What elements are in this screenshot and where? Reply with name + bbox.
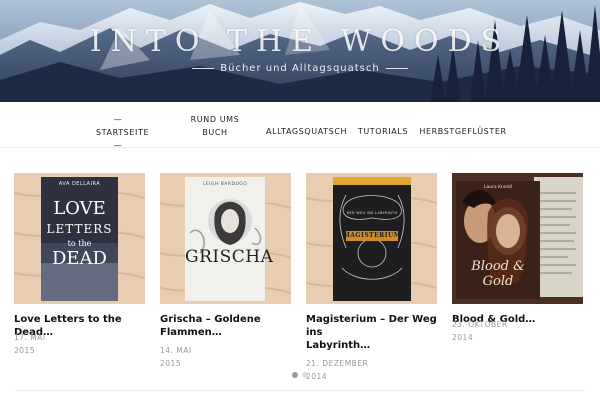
nav-item-label: HERBSTGEFLÜSTER xyxy=(419,127,507,136)
cover-title: Blood & Gold xyxy=(456,259,540,289)
post-date-day: 17. MAI xyxy=(14,333,46,342)
nav-item-label: ALLTAGSQUATSCH xyxy=(266,127,348,136)
cover-word: Gold xyxy=(482,274,514,289)
section-divider xyxy=(14,390,586,391)
cover-word: LETTERS xyxy=(46,222,113,236)
post-date-year: 2015 xyxy=(160,359,182,368)
post-title[interactable]: Magisterium – Der Weg ins Labyrinth… xyxy=(306,313,437,352)
post-thumbnail[interactable]: Laura Kneidl Blood & Gold xyxy=(452,173,583,304)
post-title-line: Flammen… xyxy=(160,327,222,338)
post-date: 17. MAI 2015 xyxy=(14,331,145,357)
post-date: 21. DEZEMBER 2014 xyxy=(306,357,437,383)
cover-subtitle: DER WEG INS LABYRINTH xyxy=(346,211,398,215)
post-date-day: 14. MAI xyxy=(160,346,192,355)
post-carousel: AVA DELLAIRA LOVE LETTERS to the DEAD Lo… xyxy=(0,160,600,390)
post-title-line: Labyrinth… xyxy=(306,340,371,351)
carousel-dot[interactable] xyxy=(292,372,298,378)
post-thumbnail[interactable]: AVA DELLAIRA LOVE LETTERS to the DEAD xyxy=(14,173,145,304)
nav-item-label: — STARTSEITE xyxy=(96,115,150,137)
post-thumbnail[interactable]: MAGISTERIUM DER WEG INS LABYRINTH xyxy=(306,173,437,304)
cover-word: LOVE xyxy=(53,198,106,219)
post-card[interactable]: AVA DELLAIRA LOVE LETTERS to the DEAD Lo… xyxy=(14,173,145,357)
main-navigation: — STARTSEITE — RUND UMS BUCH ALLTAGSQUAT… xyxy=(0,102,600,150)
post-title-line: Magisterium – Der Weg ins xyxy=(306,314,437,338)
tagline-text: Bücher und Alltagsquatsch xyxy=(220,63,380,74)
carousel-dot[interactable] xyxy=(302,372,308,378)
post-card[interactable]: MAGISTERIUM DER WEG INS LABYRINTH Magist… xyxy=(306,173,437,383)
cover-word: DEAD xyxy=(51,248,107,269)
nav-item-herbstgefluester[interactable]: HERBSTGEFLÜSTER xyxy=(418,125,508,138)
book-cover-image xyxy=(160,173,291,304)
cover-title: GRISCHA xyxy=(185,247,274,267)
nav-item-tutorials[interactable]: TUTORIALS xyxy=(356,125,410,138)
cover-title: MAGISTERIUM xyxy=(343,232,401,239)
cover-title: LOVE LETTERS to the DEAD xyxy=(41,199,118,269)
post-title[interactable]: Grischa – Goldene Flammen… xyxy=(160,313,291,339)
tagline-divider-left xyxy=(192,67,215,69)
site-title[interactable]: INTO THE WOODS xyxy=(0,24,600,59)
nav-item-label: RUND UMS xyxy=(190,115,240,124)
cover-word: Blood & xyxy=(471,259,525,274)
site-tagline: Bücher und Alltagsquatsch xyxy=(0,63,600,74)
header-banner: INTO THE WOODS Bücher und Alltagsquatsch xyxy=(0,0,600,102)
nav-item-label-line2: — xyxy=(113,141,123,150)
post-card[interactable]: LEIGH BARDUGO GRISCHA Grischa – Goldene … xyxy=(160,173,291,370)
nav-item-alltagsquatsch[interactable]: ALLTAGSQUATSCH xyxy=(266,125,348,138)
nav-item-label-line2: BUCH xyxy=(202,128,228,137)
nav-item-label: TUTORIALS xyxy=(357,127,409,136)
carousel-pagination xyxy=(0,372,600,378)
cover-author: LEIGH BARDUGO xyxy=(202,182,248,187)
post-thumbnail[interactable]: LEIGH BARDUGO GRISCHA xyxy=(160,173,291,304)
cover-author: Laura Kneidl xyxy=(483,185,513,190)
nav-item-startseite[interactable]: — STARTSEITE — xyxy=(96,113,150,152)
page: INTO THE WOODS Bücher und Alltagsquatsch… xyxy=(0,0,600,400)
post-date-year: 2015 xyxy=(14,346,36,355)
post-title-line: Grischa – Goldene xyxy=(160,314,261,325)
post-card[interactable]: Laura Kneidl Blood & Gold Blood & Gold… … xyxy=(452,173,583,344)
post-date-year: 2014 xyxy=(452,333,474,342)
cover-author: AVA DELLAIRA xyxy=(58,181,101,187)
post-date: 14. MAI 2015 xyxy=(160,344,291,370)
nav-item-rund-ums-buch[interactable]: RUND UMS BUCH xyxy=(190,113,240,139)
tagline-divider-right xyxy=(385,67,408,69)
post-date-day: 21. DEZEMBER xyxy=(306,359,369,368)
